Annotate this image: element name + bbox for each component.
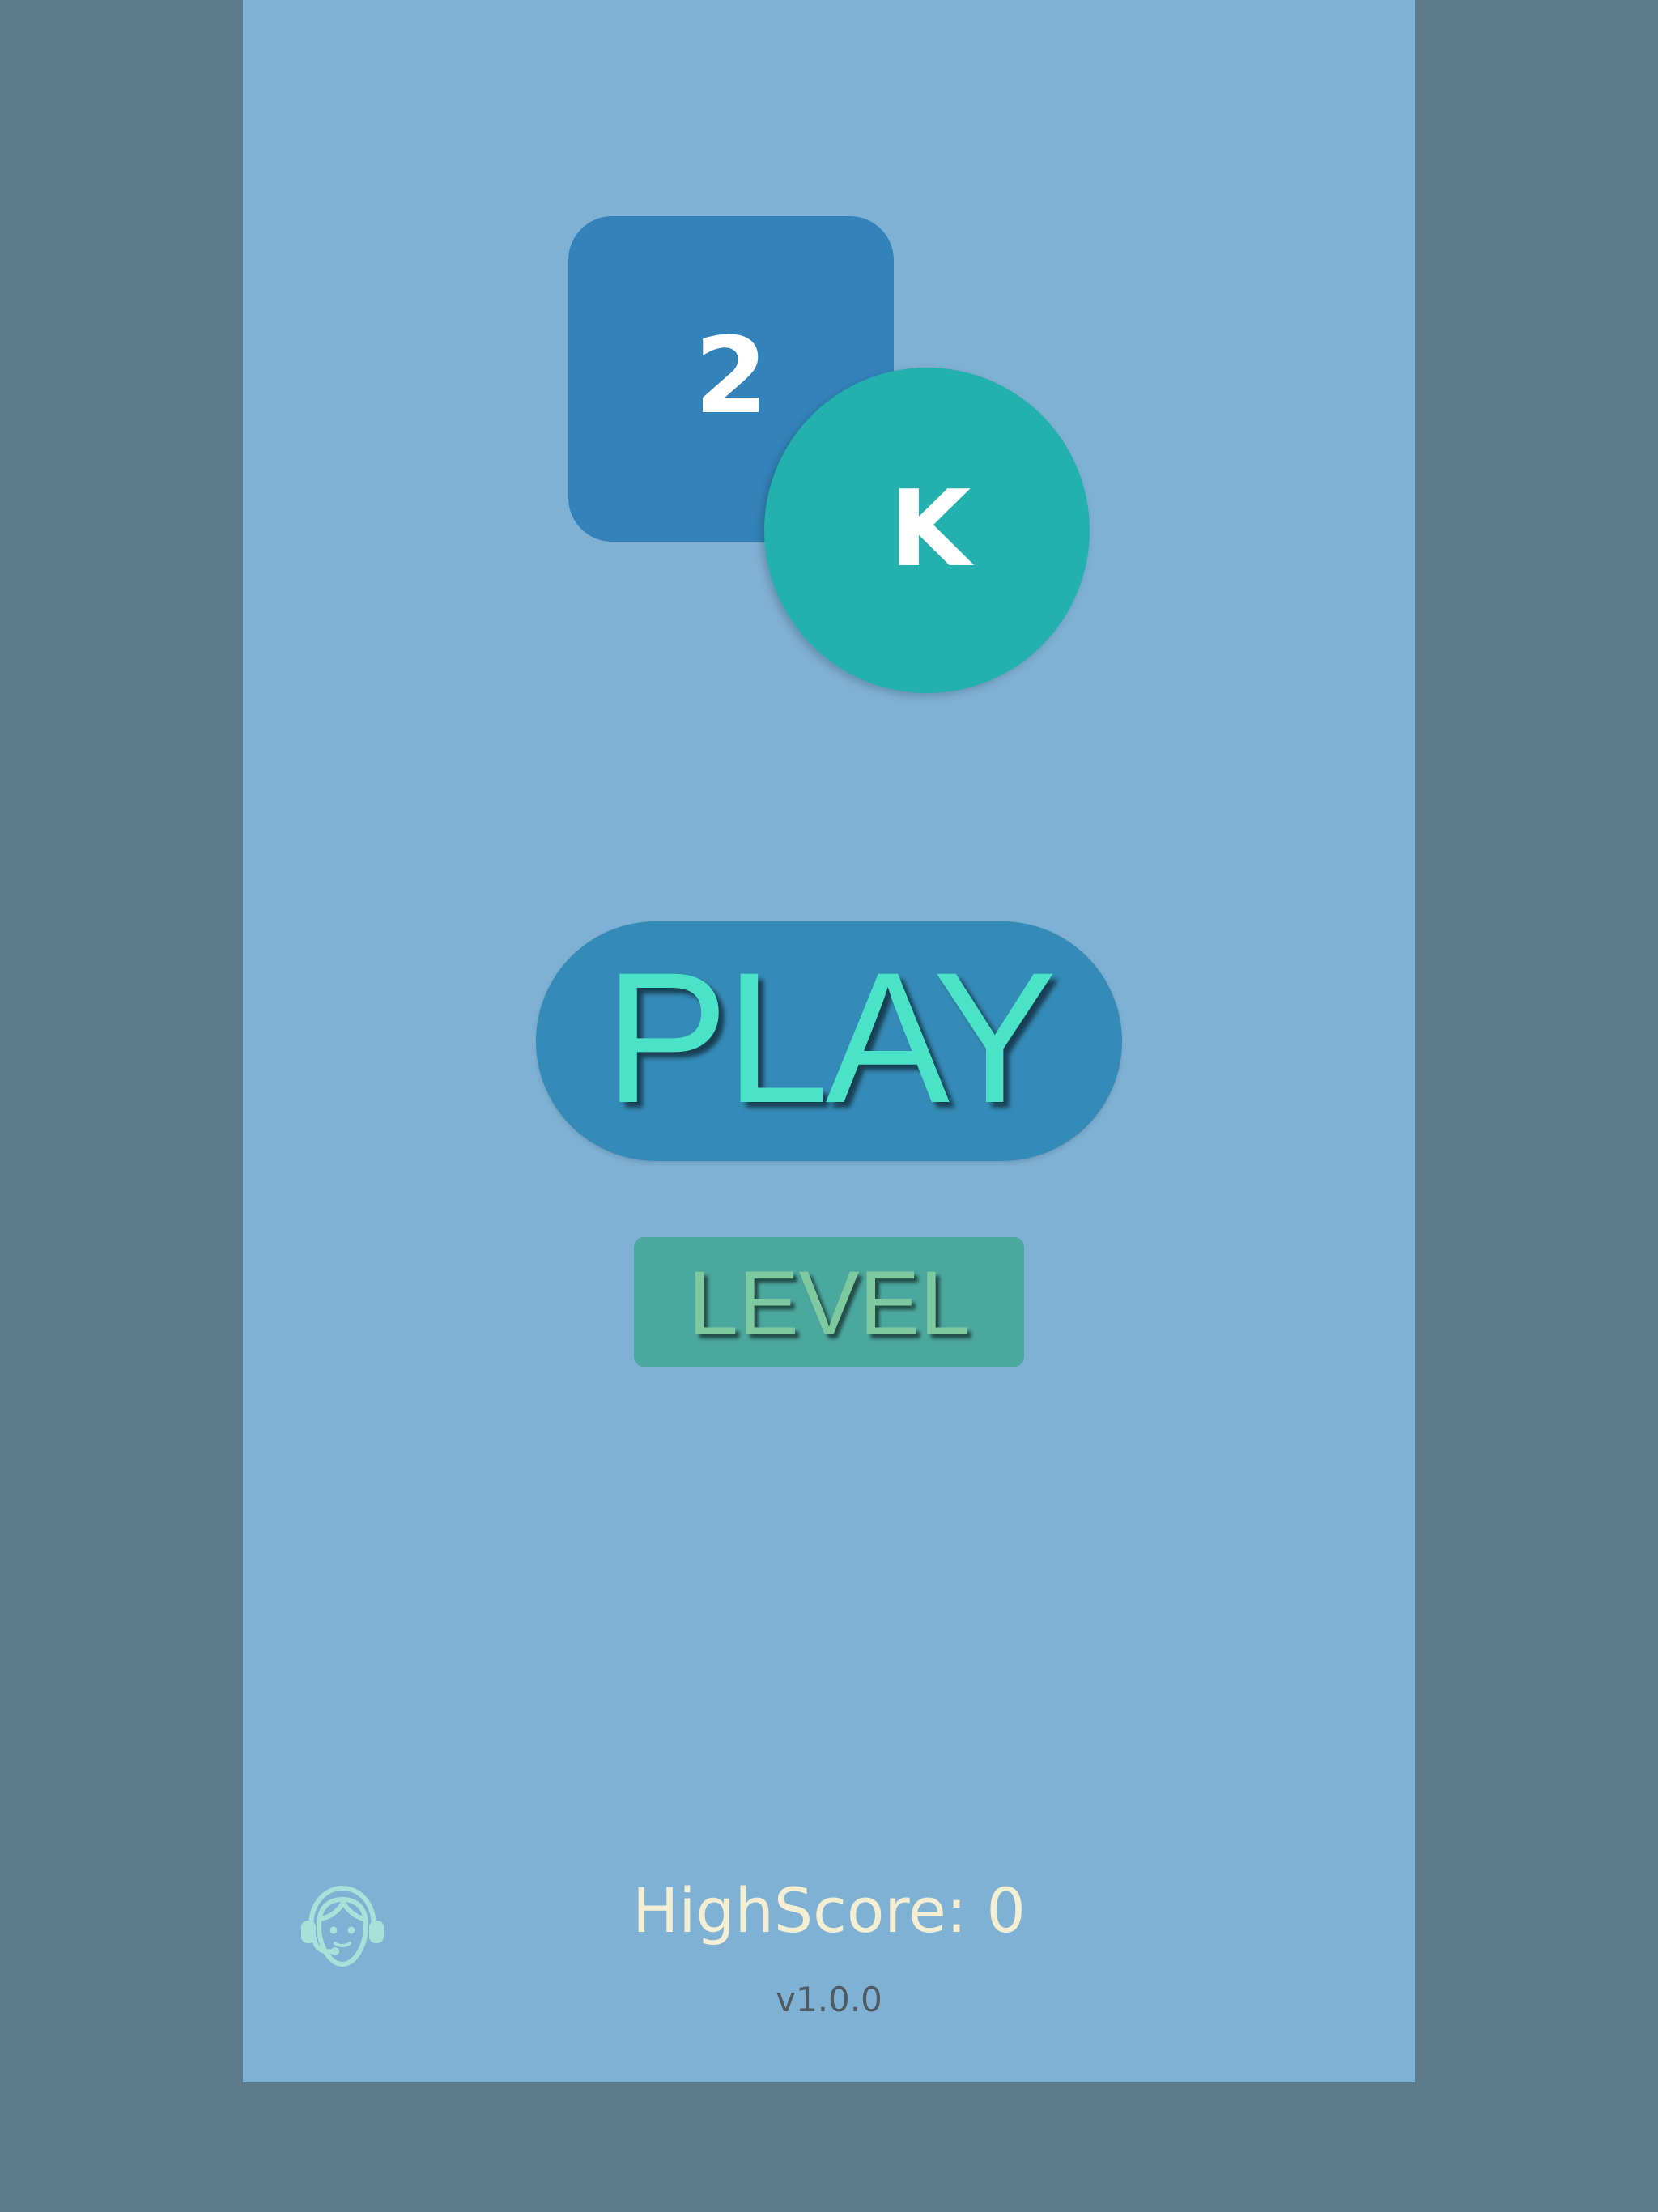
level-label: LEVEL: [687, 1253, 971, 1354]
logo-tile-circle: K: [764, 368, 1090, 693]
play-button[interactable]: PLAY: [536, 921, 1122, 1161]
highscore-text: HighScore: 0: [632, 1874, 1026, 1946]
logo-circle-text: K: [889, 467, 971, 590]
game-screen: 2 K PLAY LEVEL HighScore: 0 v1.0.0: [243, 0, 1415, 2082]
play-label: PLAY: [604, 934, 1056, 1142]
version-text: v1.0.0: [776, 1980, 882, 2019]
level-button[interactable]: LEVEL: [634, 1237, 1024, 1367]
